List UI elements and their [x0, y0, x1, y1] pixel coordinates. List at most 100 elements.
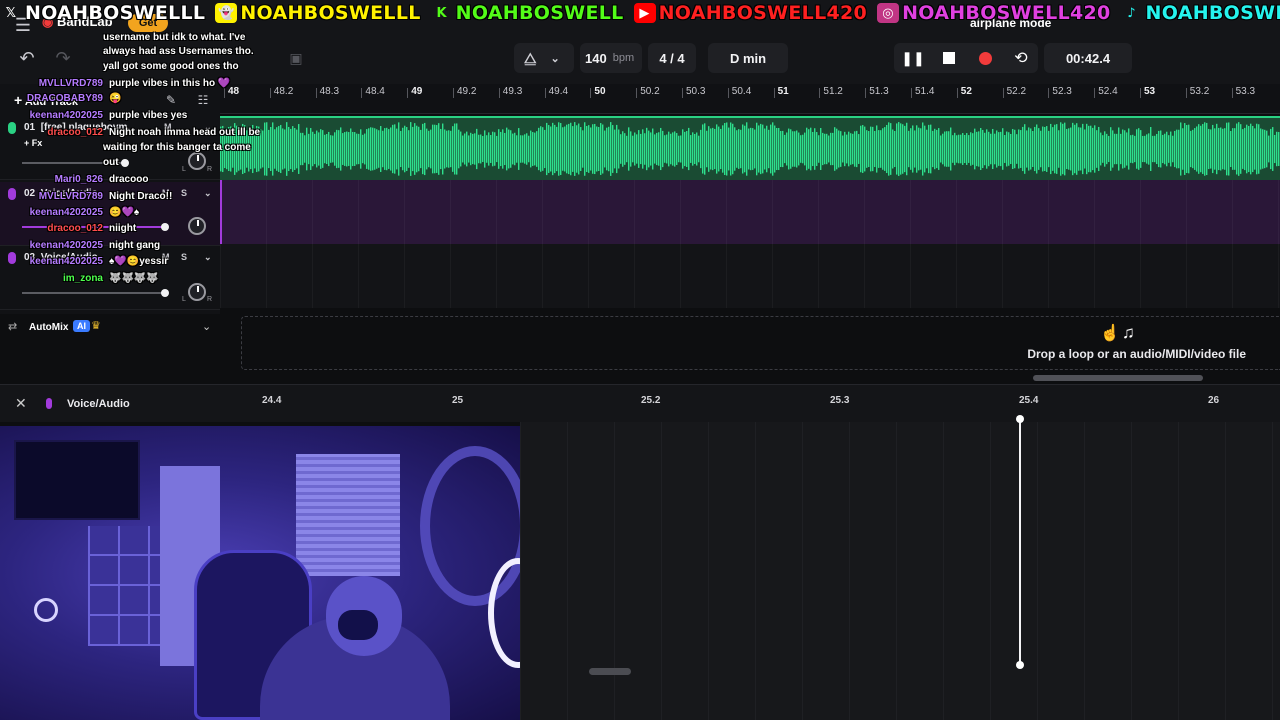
waveform-bar [668, 131, 670, 167]
waveform-bar [442, 123, 444, 175]
loop-icon[interactable]: ⟲ [1006, 43, 1036, 73]
clip-icon[interactable]: ▣ [281, 43, 311, 73]
waveform-bar [1158, 130, 1160, 168]
pan-knob[interactable] [188, 152, 206, 170]
redo-icon[interactable]: ↷ [48, 43, 78, 73]
waveform-bar [1010, 133, 1012, 165]
track-lane-1[interactable] [220, 116, 1280, 180]
key-field[interactable]: D min [708, 43, 788, 73]
waveform-bar [1186, 125, 1188, 173]
waveform-bar [1200, 125, 1202, 173]
track-lane-3[interactable] [220, 244, 1280, 308]
waveform-bar [1250, 123, 1252, 175]
waveform-bar [922, 122, 924, 176]
waveform-bar [1070, 127, 1072, 171]
waveform-bar [422, 123, 424, 175]
waveform-bar [826, 133, 828, 165]
waveform-bar [532, 132, 534, 166]
waveform-bar [674, 131, 676, 167]
waveform-bar [1248, 125, 1250, 173]
undo-icon[interactable]: ↶ [12, 43, 42, 73]
waveform-bar [278, 126, 280, 172]
waveform-bar [1030, 128, 1032, 170]
waveform-bar [524, 134, 526, 164]
waveform-bar [264, 122, 266, 176]
time-signature-field[interactable]: 4 / 4 [648, 43, 696, 73]
editor-canvas[interactable] [520, 422, 1280, 720]
fx-button[interactable]: + Fx [24, 138, 42, 148]
stop-icon[interactable] [934, 43, 964, 73]
waveform-bar [686, 131, 688, 167]
waveform-bar [1174, 130, 1176, 168]
playhead[interactable] [1016, 415, 1024, 669]
tempo-field[interactable]: 140 bpm [580, 43, 642, 73]
metronome-control[interactable]: ⧋ ⌄ [514, 43, 574, 73]
chevron-down-icon[interactable]: ⌄ [202, 320, 211, 333]
waveform-bar [706, 130, 708, 168]
waveform-bar [1018, 129, 1020, 169]
waveform-bar [736, 130, 738, 168]
ruler-tick: 50 [590, 86, 606, 98]
waveform-bar [482, 135, 484, 163]
solo-button[interactable]: S [181, 188, 187, 198]
waveform-bar [808, 129, 810, 169]
waveform-bar [280, 124, 282, 174]
waveform-bar [938, 128, 940, 170]
waveform-bar [906, 122, 908, 176]
waveform-bar [1266, 130, 1268, 168]
banner-item-2: K NOAHBOSWELL [431, 2, 624, 24]
waveform-bar [572, 126, 574, 172]
automix-row[interactable]: ⇄ AutoMix AI ♛ ⌄ [0, 314, 220, 340]
waveform-bar [1114, 133, 1116, 165]
pause-icon[interactable]: ❚❚ [898, 43, 928, 73]
pan-knob[interactable] [188, 283, 206, 301]
ruler-tick: 49 [407, 86, 423, 98]
waveform-bar [968, 135, 970, 163]
waveform-bar [932, 130, 934, 168]
waveform-bar [260, 129, 262, 169]
horizontal-scrollbar[interactable] [1033, 375, 1203, 381]
waveform-bar [844, 131, 846, 167]
waveform-bar [1196, 126, 1198, 172]
waveform-bar [580, 127, 582, 171]
chevron-down-icon[interactable]: ⌄ [204, 252, 212, 263]
waveform-bar [476, 128, 478, 170]
solo-button[interactable]: S [181, 252, 187, 262]
waveform-bar [920, 128, 922, 170]
waveform-bar [772, 122, 774, 176]
banner-item-5: ♪NOAHBOSWELL420 [1121, 2, 1280, 24]
waveform-bar [362, 134, 364, 164]
waveform-bar [874, 130, 876, 168]
waveform-bar [976, 131, 978, 167]
waveform-bar [620, 134, 622, 164]
waveform-bar [472, 133, 474, 165]
chevron-down-icon[interactable]: ⌄ [204, 188, 212, 199]
waveform-bar [944, 131, 946, 167]
waveform-bar [786, 132, 788, 166]
chat-message: DRACOBABY89 😜 [24, 93, 122, 105]
timeline-ruler[interactable]: 48 48.2 48.3 48.4 49 49.2 49.3 49.4 50 50.2 50.3 50… [220, 84, 1280, 114]
track-lane-2[interactable] [220, 180, 1280, 244]
record-icon[interactable] [970, 43, 1000, 73]
waveform-bar [504, 132, 506, 166]
waveform-bar [758, 125, 760, 173]
drop-zone[interactable]: ☝ ♫ Drop a loop or an audio/MIDI/video f… [241, 316, 1280, 370]
waveform-bar [408, 130, 410, 168]
waveform-bar [756, 122, 758, 176]
chat-text: purple vibes yes [109, 110, 188, 121]
waveform-bar [984, 132, 986, 166]
pan-knob[interactable] [188, 217, 206, 235]
chat-message: out [103, 157, 119, 169]
waveform-bar [608, 126, 610, 172]
waveform-bar [1202, 124, 1204, 174]
waveform-bar [1002, 128, 1004, 170]
waveform-bar [692, 132, 694, 166]
editor-scrollbar[interactable] [589, 668, 631, 675]
waveform-bar [318, 132, 320, 166]
waveform-bar [934, 128, 936, 170]
waveform-bar [268, 129, 270, 169]
chat-username: keenan4202025 [29, 240, 103, 251]
chat-username: keenan4202025 [29, 207, 103, 218]
volume-fader[interactable] [22, 289, 169, 297]
close-icon[interactable]: ✕ [15, 395, 27, 412]
